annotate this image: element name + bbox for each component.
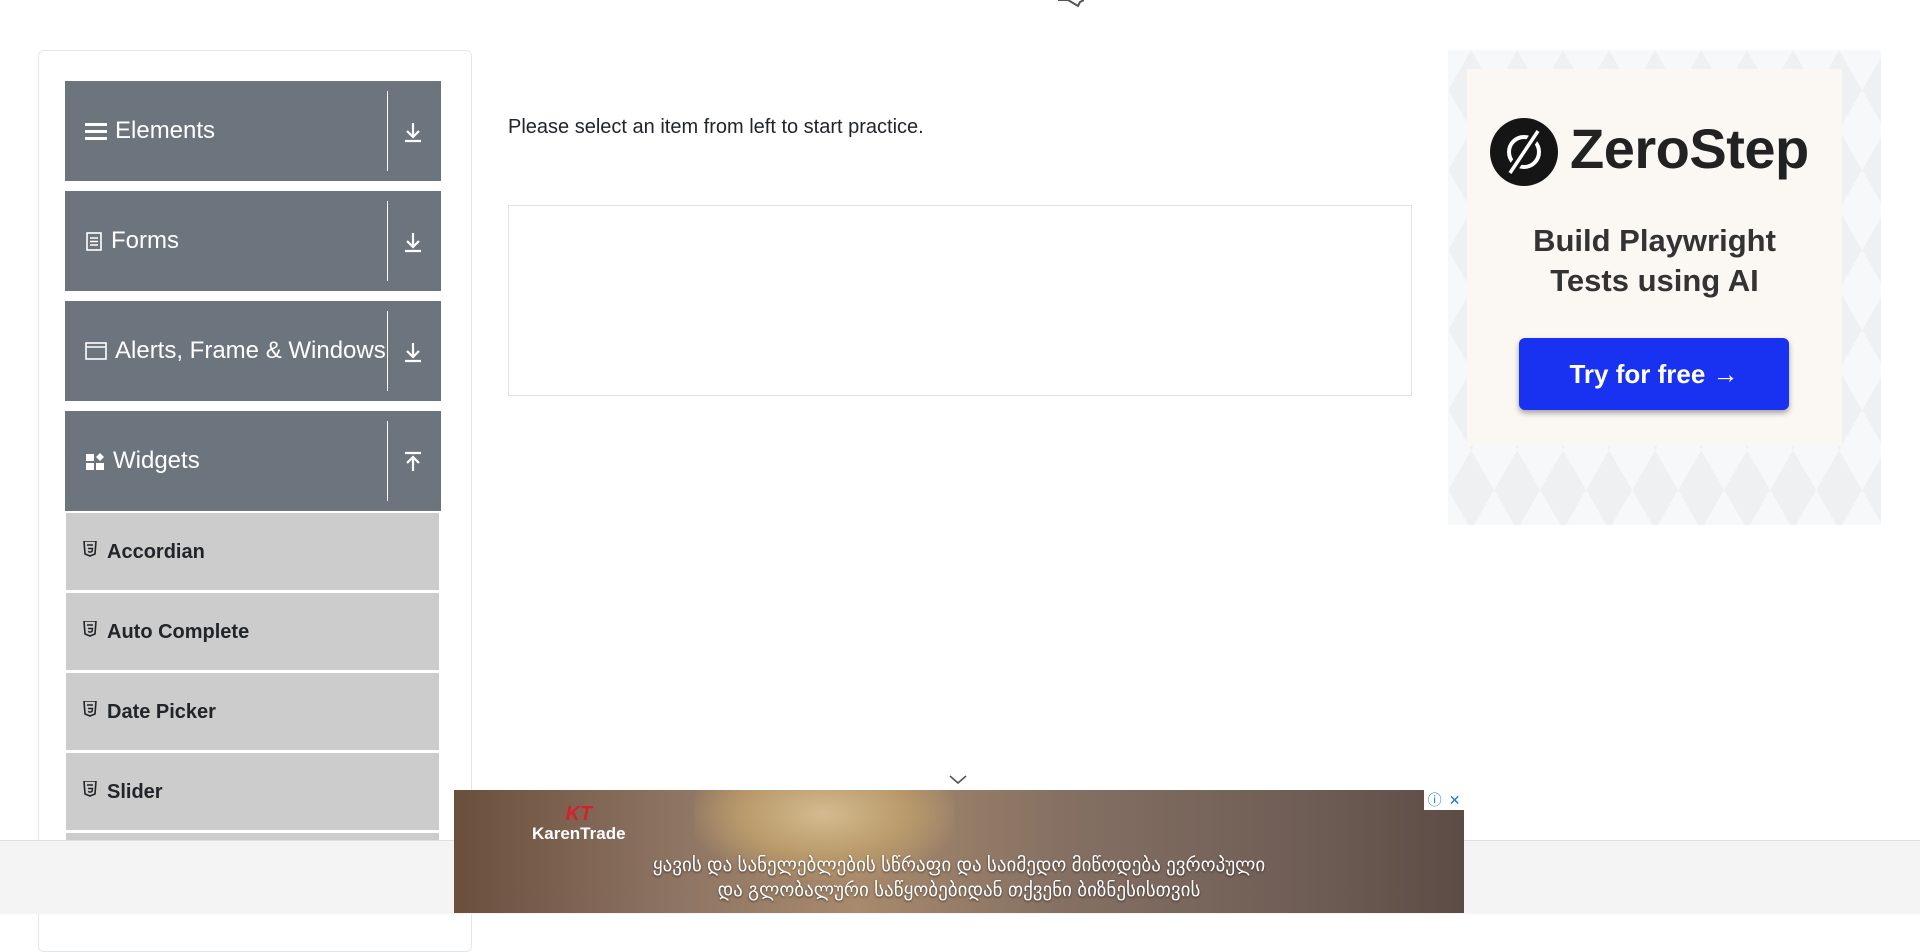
ad-tagline-line-1: Build Playwright [1533,223,1776,258]
logo-mark: KT [565,803,593,825]
expand-down-icon[interactable] [397,116,429,148]
ad-tagline: Build Playwright Tests using AI [1467,221,1842,301]
window-icon [85,342,107,360]
divider [387,91,388,171]
group-label: Alerts, Frame & Windows [115,337,386,364]
expand-down-icon[interactable] [397,336,429,368]
divider [387,201,388,281]
menu-item-label: Auto Complete [107,621,250,643]
ad-controls: ⓘ ✕ [1424,790,1464,810]
widgets-icon [86,453,104,470]
close-icon[interactable]: ✕ [1449,793,1461,807]
menu-item-slider[interactable]: Slider [66,753,439,831]
group-label: Elements [115,117,216,144]
chevron-down-icon[interactable] [948,773,968,787]
try-for-free-button[interactable]: Try for free → [1519,338,1789,410]
practice-area [508,205,1412,396]
hamburger-icon [85,123,107,140]
group-label: Widgets [113,447,200,474]
zerostep-logo-icon [1490,118,1558,186]
ad-card: ZeroStep Build Playwright Tests using AI… [1467,69,1842,446]
group-elements[interactable]: Elements [65,81,441,181]
ad-tagline-line-2: Tests using AI [1550,263,1759,298]
html5-icon [83,701,97,717]
collapse-up-icon[interactable] [397,446,429,478]
practice-instruction: Please select an item from left to start… [508,116,924,138]
group-alerts-frame-windows[interactable]: Alerts, Frame & Windows [65,301,441,401]
ad-text-line-1: ყავის და სანელებლების სწრაფი და საიმედო … [652,855,1266,876]
ad-brand: ZeroStep [1570,117,1809,180]
site-logo-fragment [1058,0,1084,8]
menu-item-auto-complete[interactable]: Auto Complete [66,593,439,671]
html5-icon [83,781,97,797]
ad-text-line-2: და გლობალური საწყობებიდან თქვენი ბიზნესი… [717,880,1201,901]
group-forms[interactable]: Forms [65,191,441,291]
html5-icon [83,541,97,557]
menu-item-accordian[interactable]: Accordian [66,513,439,591]
html5-icon [83,621,97,637]
document-icon [86,232,102,251]
menu-item-date-picker[interactable]: Date Picker [66,673,439,751]
menu-item-label: Slider [107,781,163,803]
group-widgets[interactable]: Widgets [65,411,441,511]
menu-item-label: Date Picker [107,701,216,723]
logo-name: KarenTrade [532,824,626,843]
divider [387,421,388,501]
divider [387,311,388,391]
menu-item-label: Accordian [107,541,205,563]
ad-info-icon[interactable]: ⓘ [1428,793,1442,807]
karentrade-logo: KT KarenTrade [532,804,626,844]
group-label: Forms [111,227,179,254]
ad-banner-right[interactable]: ZeroStep Build Playwright Tests using AI… [1448,50,1881,525]
ad-banner-bottom[interactable]: KT KarenTrade ყავის და სანელებლების სწრა… [454,790,1464,913]
expand-down-icon[interactable] [397,226,429,258]
